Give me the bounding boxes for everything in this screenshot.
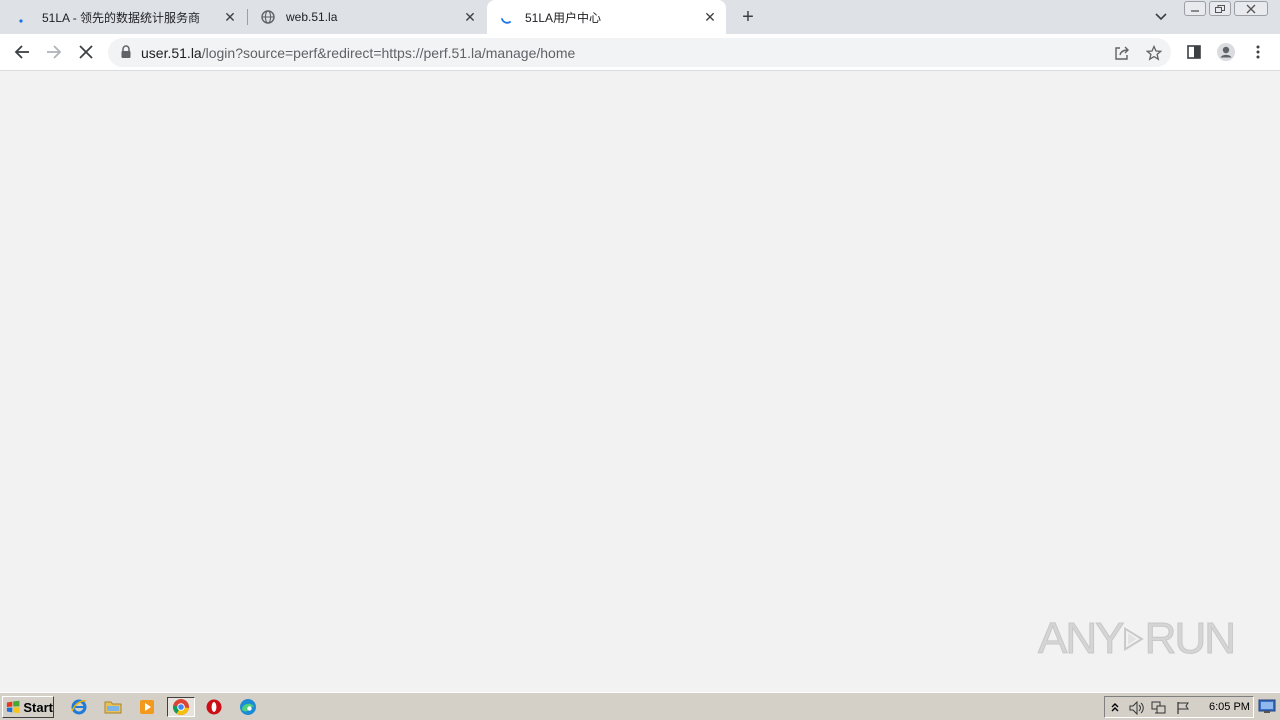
tab-web-51la[interactable]: web.51.la ✕ — [248, 0, 486, 34]
start-label: Start — [23, 699, 53, 715]
close-tab-icon[interactable]: ✕ — [702, 9, 718, 25]
browser-toolbar: user.51.la/login?source=perf&redirect=ht… — [0, 34, 1280, 71]
tab-title: 51LA用户中心 — [525, 10, 602, 25]
side-panel-icon[interactable] — [1180, 38, 1208, 66]
forward-button[interactable] — [40, 38, 68, 66]
url-path: /login?source=perf&redirect=https://perf… — [201, 45, 576, 61]
chevron-up-icon[interactable] — [1107, 700, 1123, 716]
bookmark-star-icon[interactable] — [1144, 43, 1164, 63]
taskbar-clock[interactable]: 6:05 PM — [1209, 701, 1250, 713]
tab-51la-user-center[interactable]: 51LA用户中心 ✕ — [487, 0, 726, 34]
windows-flag-icon — [6, 700, 20, 714]
play-triangle-icon — [1124, 626, 1145, 652]
tab-title: 51LA - 领先的数据统计服务商 — [42, 10, 201, 25]
dot-favicon — [16, 9, 32, 25]
watermark-left: ANY — [1037, 614, 1125, 664]
lock-icon[interactable] — [120, 45, 132, 59]
back-button[interactable] — [8, 38, 36, 66]
folder-icon[interactable] — [102, 697, 124, 717]
windows-taskbar: Start 6:05 PM — [0, 692, 1280, 720]
chrome-icon[interactable] — [167, 697, 195, 717]
url-text[interactable]: user.51.la/login?source=perf&redirect=ht… — [141, 45, 575, 61]
globe-icon — [260, 9, 276, 25]
restore-button[interactable] — [1209, 1, 1231, 16]
close-tab-icon[interactable]: ✕ — [222, 9, 238, 25]
menu-kebab-icon[interactable] — [1244, 38, 1272, 66]
system-tray: 6:05 PM — [1104, 696, 1254, 718]
network-icon[interactable] — [1151, 700, 1167, 716]
address-bar[interactable]: user.51.la/login?source=perf&redirect=ht… — [108, 38, 1171, 67]
url-host: user.51.la — [141, 45, 202, 61]
new-tab-button[interactable]: + — [736, 5, 760, 29]
opera-icon[interactable] — [203, 697, 225, 717]
tab-51la-home[interactable]: 51LA - 领先的数据统计服务商 ✕ — [0, 0, 246, 34]
watermark-right: RUN — [1144, 614, 1236, 664]
tab-search-chevron-icon[interactable] — [1150, 6, 1172, 28]
anyrun-watermark: ANY RUN — [1037, 606, 1236, 672]
share-icon[interactable] — [1112, 43, 1132, 63]
stop-loading-button[interactable] — [72, 38, 100, 66]
ie-icon[interactable] — [68, 697, 90, 717]
media-player-icon[interactable] — [136, 697, 158, 717]
close-window-button[interactable] — [1234, 1, 1268, 16]
show-desktop-icon[interactable] — [1258, 698, 1276, 714]
speaker-icon[interactable] — [1129, 700, 1145, 716]
tab-title: web.51.la — [286, 10, 338, 24]
flag-icon[interactable] — [1175, 700, 1191, 716]
profile-avatar-icon[interactable] — [1212, 38, 1240, 66]
minimize-button[interactable] — [1184, 1, 1206, 16]
tab-strip: 51LA - 领先的数据统计服务商 ✕ web.51.la ✕ 51LA用户中心… — [0, 0, 1280, 34]
start-button[interactable]: Start — [2, 696, 54, 718]
close-tab-icon[interactable]: ✕ — [462, 9, 478, 25]
edge-icon[interactable] — [237, 697, 259, 717]
page-content — [0, 72, 1280, 692]
loading-spinner-icon — [499, 9, 515, 25]
